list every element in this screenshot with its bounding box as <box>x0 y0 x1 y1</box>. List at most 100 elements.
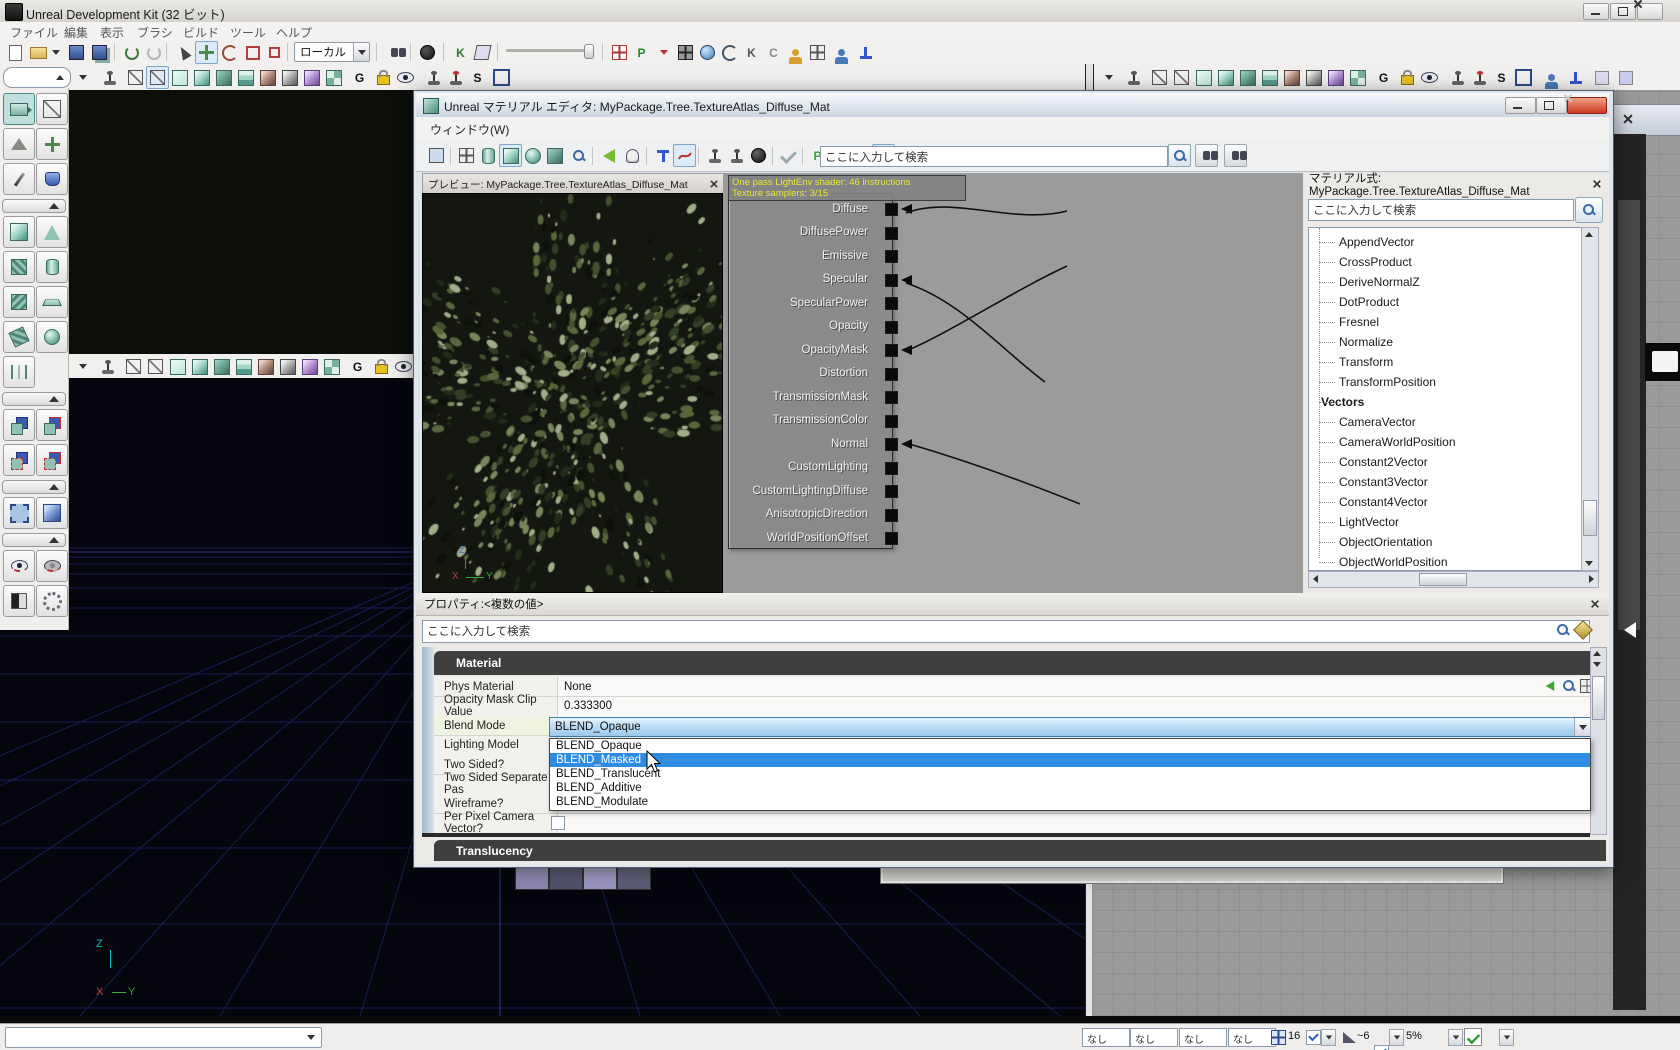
coordinate-system-select[interactable]: ローカル <box>294 42 370 62</box>
preview-pane-header[interactable]: プレビュー: MyPackage.Tree.TextureAtlas_Diffu… <box>422 173 725 195</box>
terrain-mode-button[interactable] <box>3 128 35 160</box>
save-button[interactable] <box>65 41 88 64</box>
background-collapse-arrow-icon[interactable] <box>1624 622 1636 638</box>
menu-build[interactable]: ビルド <box>183 24 219 41</box>
property-value[interactable]: 0.333300 <box>558 697 1604 716</box>
animset-button[interactable] <box>854 41 877 64</box>
find-prev-button[interactable] <box>1224 144 1247 167</box>
find-next-button[interactable] <box>1195 144 1218 167</box>
expression-item[interactable]: Constant3Vector <box>1309 472 1581 492</box>
status-command-combobox[interactable] <box>5 1027 322 1048</box>
material-editor-close-button[interactable] <box>1567 97 1607 114</box>
modes-rollup-bar[interactable] <box>2 199 66 213</box>
hide-selected-button[interactable] <box>36 550 68 582</box>
viewmode-shadercomplexity-icon[interactable] <box>256 66 279 89</box>
material-input-specular[interactable]: Specular <box>729 268 892 292</box>
input-connector[interactable] <box>885 227 898 240</box>
right-camera-joystick-icon[interactable] <box>1446 66 1469 89</box>
material-input-customlightingdiffuse[interactable]: CustomLightingDiffuse <box>729 479 892 503</box>
material-editor-titlebar[interactable]: Unreal マテリアル エディタ: MyPackage.Tree.Textur… <box>416 93 1609 118</box>
right-viewmode-lightmapdensity-icon[interactable] <box>1324 66 1347 89</box>
input-connector[interactable] <box>885 438 898 451</box>
chevron-down-icon[interactable] <box>353 43 369 61</box>
scroll-right-icon[interactable] <box>1589 575 1594 583</box>
right-extra2-icon[interactable] <box>1614 66 1637 89</box>
right-show-flags-eye-icon[interactable] <box>1418 66 1441 89</box>
preview-cylinder-button[interactable] <box>477 144 500 167</box>
dropdown-option-blend-additive[interactable]: BLEND_Additive <box>550 781 1590 795</box>
show-selected-only-button[interactable] <box>3 550 35 582</box>
right-maximize-viewport-icon[interactable] <box>1512 66 1535 89</box>
dropdown-option-blend-opaque[interactable]: BLEND_Opaque <box>550 739 1590 753</box>
material-preview-viewport[interactable]: Z X Y <box>422 193 723 593</box>
right-viewmode-lightcomplexity-icon[interactable] <box>1302 66 1325 89</box>
rotation-snap-checkbox[interactable] <box>1374 1045 1389 1050</box>
wire-viewmode-detail-icon[interactable] <box>210 355 233 378</box>
wire-viewmode-lightmapdensity-icon[interactable] <box>298 355 321 378</box>
show-flags-eye-icon[interactable] <box>394 66 417 89</box>
camera-joystick-icon[interactable] <box>422 66 445 89</box>
input-connector[interactable] <box>885 368 898 381</box>
kismet-button[interactable]: K <box>449 41 472 64</box>
brush-linear-stair-button[interactable] <box>3 286 35 318</box>
scale-tool-button[interactable] <box>241 41 264 64</box>
right-squint-mode-button[interactable]: S <box>1490 66 1513 89</box>
preview-cube-button[interactable] <box>499 144 522 167</box>
properties-close-icon[interactable] <box>1590 599 1600 609</box>
expression-item[interactable]: Normalize <box>1309 332 1581 352</box>
viewport-lock-icon[interactable] <box>372 66 395 89</box>
rotate-tool-button[interactable] <box>218 41 241 64</box>
redo-button[interactable] <box>142 41 165 64</box>
expression-item[interactable]: CrossProduct <box>1309 252 1581 272</box>
right-viewport-options-dropdown[interactable] <box>1100 66 1118 89</box>
properties-search-input[interactable]: ここに入力して検索 <box>422 620 1590 643</box>
cut-tool-button[interactable]: K <box>740 41 763 64</box>
expression-item[interactable]: DotProduct <box>1309 292 1581 312</box>
right-viewmode-shadercomplexity-icon[interactable] <box>1280 66 1303 89</box>
camera-mode-button[interactable] <box>3 93 35 125</box>
undo-button[interactable] <box>120 41 143 64</box>
brush-cone-button[interactable] <box>36 216 68 248</box>
input-connector[interactable] <box>885 509 898 522</box>
expression-list[interactable]: AppendVector CrossProduct DeriveNormalZ … <box>1308 227 1582 571</box>
tool-settings-gear-button[interactable] <box>36 585 68 617</box>
dropdown-option-blend-modulate[interactable]: BLEND_Modulate <box>550 795 1590 809</box>
expression-item[interactable]: Transform <box>1309 352 1581 372</box>
expression-item[interactable]: ObjectWorldPosition <box>1309 552 1581 571</box>
material-root-node[interactable]: DiffuseDiffusePowerEmissiveSpecularSpecu… <box>728 193 893 549</box>
material-editor-minimize-button[interactable] <box>1505 97 1536 114</box>
material-input-distortion[interactable]: Distortion <box>729 362 892 386</box>
wire-viewmode-lightcomplexity-icon[interactable] <box>276 355 299 378</box>
expression-item[interactable]: LightVector <box>1309 512 1581 532</box>
right-camera-joystick-red-icon[interactable] <box>1468 66 1491 89</box>
wire-viewmode-texturedensity-icon[interactable] <box>232 355 255 378</box>
right-viewmode-lit-icon[interactable] <box>1214 66 1237 89</box>
zoom-magnifier-button[interactable] <box>567 144 590 167</box>
scroll-down-icon[interactable] <box>1593 662 1601 667</box>
input-connector[interactable] <box>885 532 898 545</box>
brush-volumetric-button[interactable] <box>3 356 35 388</box>
viewmode-unlit-icon[interactable] <box>168 66 191 89</box>
expression-item[interactable]: TransformPosition <box>1309 372 1581 392</box>
toggle-connectors-button[interactable] <box>651 144 674 167</box>
right-realtime-toggle-icon[interactable] <box>1122 66 1145 89</box>
brush-curved-stair-button[interactable] <box>3 251 35 283</box>
menu-edit[interactable]: 編集 <box>64 24 88 41</box>
material-input-specularpower[interactable]: SpecularPower <box>729 291 892 315</box>
material-input-customlighting[interactable]: CustomLighting <box>729 456 892 480</box>
material-graph-canvas[interactable]: DiffuseDiffusePowerEmissiveSpecularSpecu… <box>723 173 1303 593</box>
viewmode-detail-icon[interactable] <box>212 66 235 89</box>
expression-item[interactable]: DeriveNormalZ <box>1309 272 1581 292</box>
material-input-emissive[interactable]: Emissive <box>729 244 892 268</box>
build-geometry-button[interactable] <box>608 41 631 64</box>
expression-item[interactable]: CameraVector <box>1309 412 1581 432</box>
brush-cube-button[interactable] <box>3 216 35 248</box>
camera-speed-slider[interactable] <box>506 49 592 52</box>
wire-viewport-options-dropdown[interactable] <box>74 355 92 378</box>
open-file-button[interactable] <box>27 41 50 64</box>
csg-add-button[interactable] <box>3 409 35 441</box>
volumes-rollup-bar[interactable] <box>2 533 66 547</box>
input-connector[interactable] <box>885 250 898 263</box>
viewmode-lightcomplexity-icon[interactable] <box>278 66 301 89</box>
scroll-down-icon[interactable] <box>1585 561 1593 566</box>
